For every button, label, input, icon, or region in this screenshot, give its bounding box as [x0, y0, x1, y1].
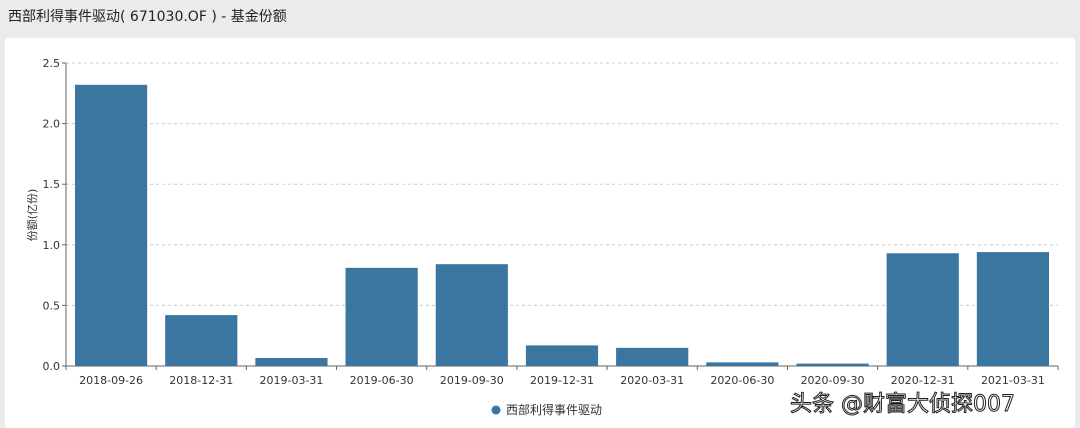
y-tick-label: 2.5 — [43, 57, 61, 70]
x-tick-label: 2020-06-30 — [710, 374, 774, 387]
legend-label: 西部利得事件驱动 — [506, 402, 602, 417]
y-axis-label: 份额(亿份) — [26, 189, 39, 242]
bar — [435, 264, 508, 366]
y-tick-label: 0.5 — [43, 299, 61, 312]
bar — [75, 84, 148, 366]
bar — [345, 267, 418, 366]
bar — [886, 253, 959, 366]
bar — [796, 363, 869, 366]
x-tick-label: 2018-09-26 — [79, 374, 143, 387]
x-tick-label: 2018-12-31 — [169, 374, 233, 387]
x-tick-label: 2019-09-30 — [440, 374, 504, 387]
legend-marker — [491, 405, 501, 415]
y-tick-label: 1.0 — [43, 239, 61, 252]
bar — [976, 252, 1049, 366]
y-tick-label: 2.0 — [43, 118, 61, 131]
bar — [706, 362, 779, 366]
y-tick-label: 1.5 — [43, 178, 61, 191]
x-tick-label: 2019-12-31 — [530, 374, 594, 387]
x-tick-label: 2020-03-31 — [620, 374, 684, 387]
bar — [616, 347, 689, 366]
y-tick-label: 0.0 — [43, 360, 61, 373]
bar — [165, 315, 238, 366]
bar — [525, 345, 599, 366]
bar-chart: 0.0 0.5 1.0 1.5 2.0 2.5 份额(亿份) 2018-09-26 2018-1… — [26, 57, 1059, 417]
watermark: 头条 @财富大侦探007 — [790, 392, 1016, 418]
x-tick-label: 2019-06-30 — [350, 374, 414, 387]
x-tick-label: 2019-03-31 — [259, 374, 323, 387]
bar — [255, 358, 328, 366]
